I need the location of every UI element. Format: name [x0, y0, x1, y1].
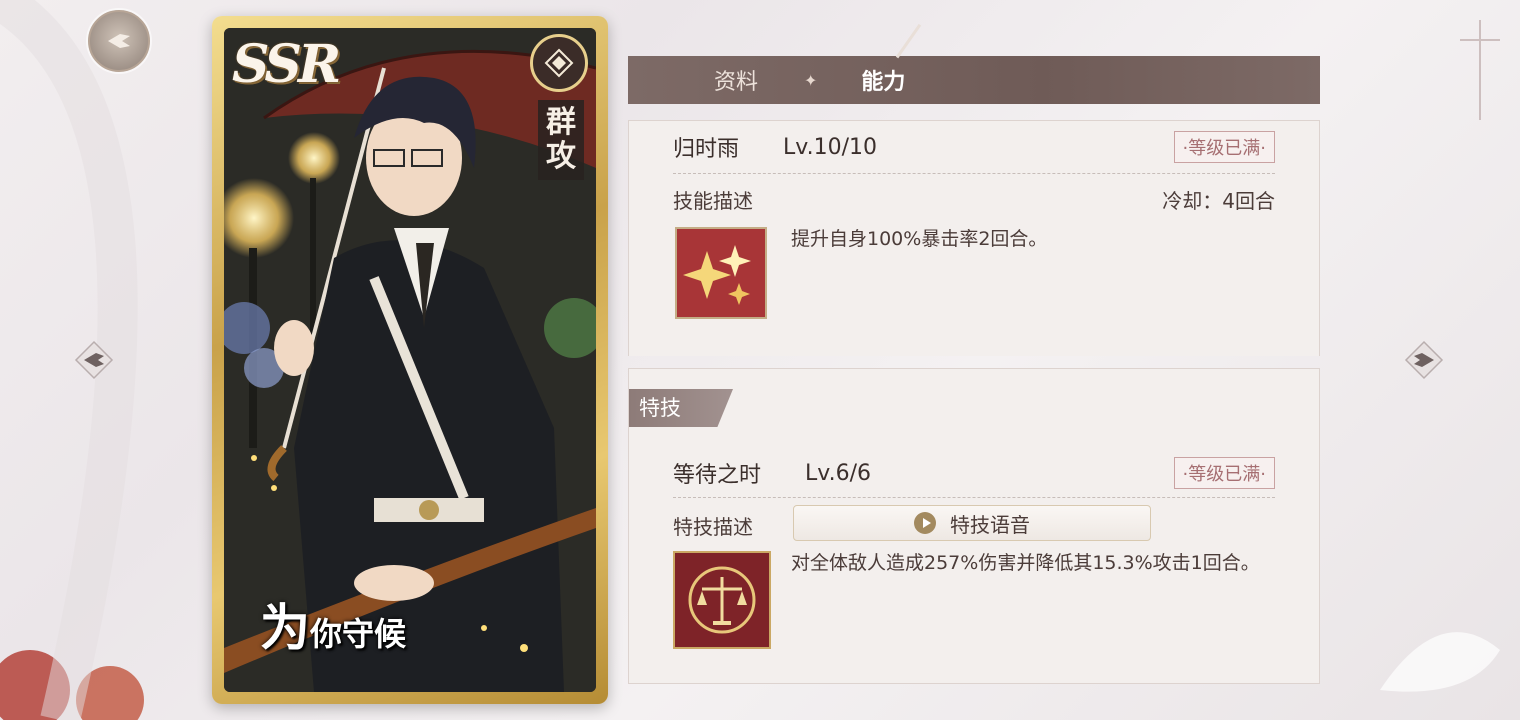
- play-icon: [914, 512, 936, 534]
- skill-desc-label: 技能描述: [673, 189, 753, 213]
- detail-tab-bar: 资料 ✦ 能力: [628, 56, 1320, 104]
- special-panel: 特技 等待之时 Lv.6/6 ·等级已满· 特技描述 特技语音 对全体敌人造成2…: [628, 368, 1320, 684]
- skill-cooldown: 冷却：4回合: [1162, 189, 1275, 213]
- skill-level: Lv.10/10: [783, 134, 877, 160]
- attack-type-emblem: [530, 34, 588, 92]
- special-header: 等待之时 Lv.6/6 ·等级已满·: [673, 457, 1275, 489]
- chevron-right-icon: [1404, 340, 1444, 380]
- special-section-tab: 特技: [629, 389, 733, 427]
- tab-separator: ✦: [804, 70, 818, 90]
- divider: [673, 173, 1275, 174]
- back-button[interactable]: [88, 10, 150, 72]
- tab-ability[interactable]: 能力: [861, 64, 905, 96]
- special-voice-button[interactable]: 特技语音: [793, 505, 1151, 541]
- skill-header: 归时雨 Lv.10/10 ·等级已满·: [673, 131, 1275, 163]
- next-card-button[interactable]: [1404, 340, 1444, 380]
- special-desc-label: 特技描述: [673, 515, 753, 539]
- special-name: 等待之时: [673, 463, 762, 488]
- previous-card-button[interactable]: [74, 340, 114, 380]
- tab-profile[interactable]: 资料: [714, 64, 758, 96]
- skill-name: 归时雨: [673, 137, 740, 162]
- skill-panel: 归时雨 Lv.10/10 ·等级已满· 技能描述 冷却：4回合 提升自身100%…: [628, 120, 1320, 356]
- character-card[interactable]: SSR 群攻 为 你守候: [212, 16, 608, 704]
- chevron-left-icon: [74, 340, 114, 380]
- skill-description: 提升自身100%暴击率2回合。: [791, 228, 1048, 250]
- scales-icon: [673, 551, 771, 649]
- special-description: 对全体敌人造成257%伤害并降低其15.3%攻击1回合。: [791, 552, 1260, 574]
- divider: [673, 497, 1275, 498]
- sparkle-crit-icon: [675, 227, 767, 319]
- skill-max-badge: ·等级已满·: [1173, 131, 1275, 163]
- card-title-first-char: 为: [260, 598, 310, 657]
- special-level: Lv.6/6: [805, 460, 871, 486]
- quill-back-icon: [108, 34, 130, 48]
- attack-type-label: 群攻: [538, 100, 584, 180]
- special-voice-label: 特技语音: [950, 512, 1030, 537]
- skill-desc-header: 技能描述 冷却：4回合: [673, 185, 1275, 214]
- card-title-rest: 你守候: [310, 615, 407, 653]
- card-art-frame: SSR 群攻 为 你守候: [224, 28, 596, 692]
- rarity-badge: SSR: [232, 34, 341, 95]
- diamond-crest-icon: [544, 48, 574, 78]
- card-title: 为 你守候: [260, 588, 406, 660]
- special-max-badge: ·等级已满·: [1173, 457, 1275, 489]
